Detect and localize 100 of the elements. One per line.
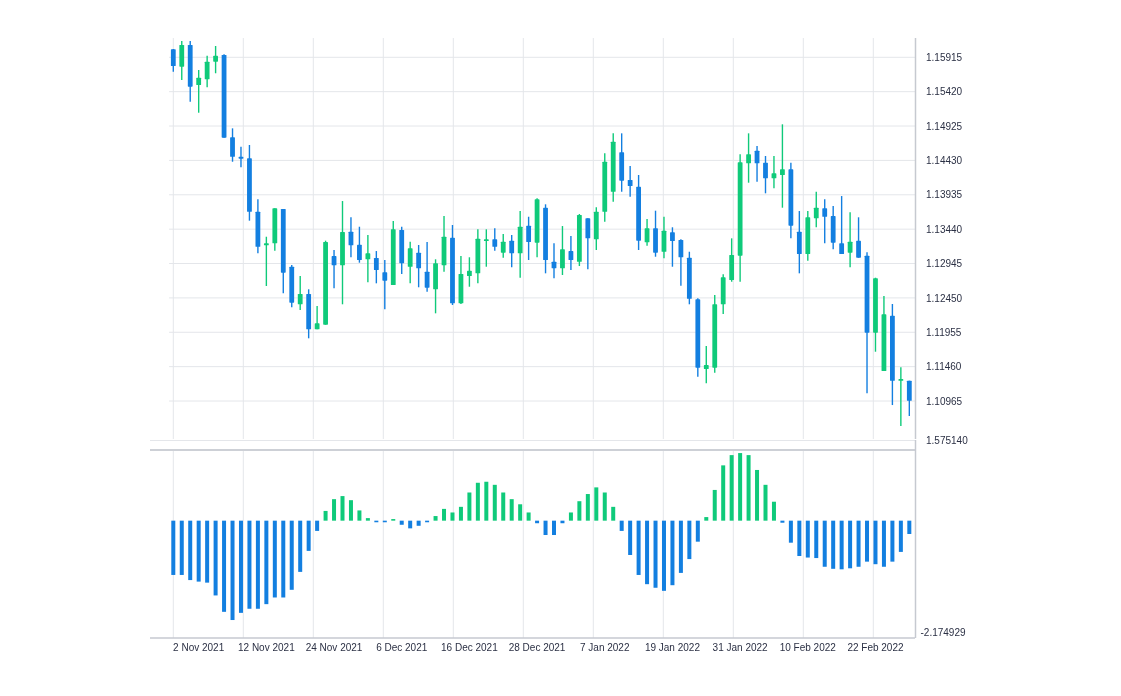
candlestick	[365, 234, 371, 283]
candlestick	[483, 228, 489, 268]
histogram-bar	[662, 520, 666, 591]
y-axis-label: 1.11955	[926, 326, 962, 338]
candlestick	[720, 273, 726, 315]
histogram-bar	[475, 482, 480, 521]
histogram-bar	[585, 494, 590, 521]
candlestick	[509, 234, 515, 268]
candlestick	[500, 233, 506, 259]
histogram-bar	[577, 501, 582, 521]
candlestick	[703, 345, 709, 384]
candlestick	[610, 132, 616, 203]
histogram-bar	[746, 455, 751, 521]
histogram-bar	[179, 520, 184, 575]
histogram-bar	[509, 499, 514, 521]
candlestick	[577, 213, 582, 267]
candlestick	[898, 366, 904, 427]
histogram-bar	[357, 510, 362, 521]
histogram-bar	[298, 520, 303, 572]
histogram-bar	[763, 484, 768, 521]
candlestick	[906, 380, 912, 417]
y-axis-label: 1.15915	[926, 51, 963, 63]
y-axis-label: 1.12450	[926, 292, 963, 304]
histogram-bar	[433, 516, 438, 521]
histogram-bar	[526, 512, 531, 521]
x-axis-label: 7 Jan 2022	[580, 641, 630, 653]
histogram-bar	[721, 465, 726, 521]
candlestick	[306, 288, 312, 339]
candlestick	[670, 226, 675, 268]
candlestick	[179, 40, 185, 81]
candlestick	[602, 152, 608, 223]
candlestick	[238, 146, 244, 168]
candlestick	[813, 191, 819, 228]
histogram-bar	[653, 520, 658, 588]
candlestick	[534, 197, 540, 258]
x-axis-label: 6 Dec 2021	[376, 641, 428, 653]
y-axis-label: -2.174929	[920, 626, 966, 638]
histogram-bar	[788, 520, 793, 543]
histogram-bar	[771, 501, 776, 521]
histogram-bar	[670, 520, 675, 586]
y-axis-label: 1.14430	[926, 155, 963, 166]
histogram-bar	[348, 500, 353, 521]
x-axis-label: 12 Nov 2021	[238, 641, 295, 653]
histogram-bar	[704, 517, 709, 521]
histogram-bar	[865, 520, 869, 562]
histogram-bar	[907, 520, 912, 534]
candlestick	[196, 69, 202, 114]
histogram-bar	[315, 520, 320, 531]
histogram-bar	[636, 520, 641, 575]
candlestick	[830, 205, 836, 250]
histogram-bar	[306, 520, 311, 551]
candlestick	[661, 216, 667, 259]
histogram-bar	[552, 520, 556, 535]
histogram-bar	[822, 520, 827, 567]
histogram-bar	[289, 520, 294, 590]
histogram-bar	[738, 453, 743, 521]
histogram-bar	[425, 520, 430, 523]
histogram-bar	[628, 520, 633, 555]
histogram-bar	[602, 492, 607, 521]
histogram-bar	[881, 520, 886, 567]
candlestick	[805, 210, 811, 262]
candlestick	[213, 45, 218, 74]
candlestick	[331, 249, 337, 289]
histogram-bar	[687, 520, 692, 560]
candlestick	[568, 235, 574, 271]
x-axis-label: 19 Jan 2022	[644, 641, 700, 653]
y-axis-label: 1.13440	[926, 223, 963, 235]
y-axis-label: 1.14925	[926, 120, 963, 132]
histogram-bar	[645, 520, 650, 585]
candlestick	[492, 227, 498, 252]
candlestick	[399, 226, 405, 275]
histogram-bar	[831, 520, 836, 569]
candlestick	[585, 217, 591, 270]
histogram-bar	[501, 492, 506, 521]
candlestick	[255, 198, 261, 254]
x-axis-label: 28 Dec 2021	[508, 641, 566, 653]
histogram-bar	[611, 506, 616, 521]
histogram-bar	[188, 520, 193, 581]
histogram-bar	[467, 492, 472, 521]
histogram-bar	[780, 520, 785, 523]
histogram-bar	[332, 499, 337, 521]
histogram-bar	[374, 520, 379, 523]
candlestick	[593, 206, 599, 251]
histogram-bar	[695, 520, 700, 542]
candlestick	[348, 216, 354, 258]
histogram-bar	[196, 520, 201, 582]
y-axis-label: 1.575140	[926, 434, 968, 446]
histogram-bar	[805, 520, 810, 558]
histogram-bar	[205, 520, 210, 583]
histogram-bar	[408, 520, 413, 529]
histogram-bar	[323, 510, 328, 521]
candlestick	[560, 225, 565, 276]
y-axis-label: 1.13935	[926, 189, 963, 201]
candlestick	[543, 203, 548, 274]
histogram-bar	[442, 508, 446, 521]
histogram-bar	[839, 520, 844, 570]
candlestick	[433, 258, 438, 314]
candlestick	[771, 155, 777, 190]
candlestick	[839, 195, 845, 255]
histogram-bar	[848, 520, 853, 569]
